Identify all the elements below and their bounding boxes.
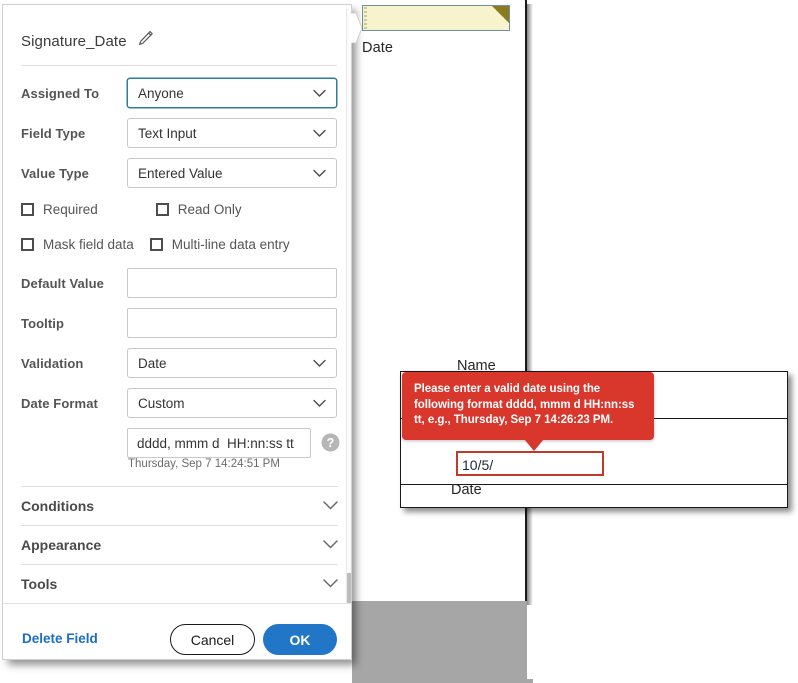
checkbox-box-icon[interactable]: [155, 202, 169, 216]
dialog-scrollbar-thumb[interactable]: [347, 573, 351, 603]
validation-error-text: Please enter a valid date using the foll…: [414, 383, 635, 426]
field-type-value: Text Input: [138, 125, 197, 141]
custom-date-format-sample: Thursday, Sep 7 14:24:51 PM: [128, 458, 280, 470]
section-tools-label: Tools: [21, 576, 58, 592]
checkbox-multi-line[interactable]: Multi-line data entry: [149, 236, 290, 252]
chevron-down-icon: [313, 166, 326, 181]
form-field-corner-marker-icon: [492, 6, 509, 23]
document-gray-shadow: [352, 679, 533, 683]
default-value-input[interactable]: [127, 268, 337, 298]
validation-label: Validation: [21, 355, 84, 371]
checkbox-box-icon[interactable]: [21, 202, 34, 216]
checkbox-multi-line-label: Multi-line data entry: [171, 236, 290, 252]
overlay-date-input[interactable]: [456, 451, 604, 476]
section-conditions[interactable]: Conditions: [21, 486, 338, 525]
pencil-icon[interactable]: [137, 30, 154, 52]
tooltip-label: Tooltip: [21, 315, 65, 331]
document-date-form-field[interactable]: [362, 5, 510, 31]
chevron-down-icon: [323, 575, 338, 593]
checkbox-box-icon[interactable]: [149, 237, 163, 251]
document-gray-area: [352, 601, 527, 679]
chevron-down-icon: [323, 536, 338, 554]
row-field-type: Field Type Text Input: [21, 118, 341, 148]
form-field-box[interactable]: [362, 5, 510, 31]
checkbox-mask-field-data[interactable]: Mask field data: [21, 237, 134, 252]
checkbox-required-label: Required: [43, 201, 98, 217]
checkbox-row-2: Mask field data Multi-line data entry: [21, 234, 341, 254]
row-default-value: Default Value: [21, 268, 341, 298]
checkbox-read-only[interactable]: Read Only: [155, 201, 242, 217]
page-title: Signature_Date: [21, 32, 127, 50]
overlay-date-label: Date: [451, 482, 482, 498]
custom-date-format-input[interactable]: [127, 428, 311, 458]
page-shadow: [527, 4, 533, 605]
field-properties-dialog: Signature_Date Assigned To Anyone Field …: [2, 4, 352, 660]
assigned-to-select[interactable]: Anyone: [127, 78, 337, 108]
section-appearance[interactable]: Appearance: [21, 525, 338, 564]
cancel-button[interactable]: Cancel: [170, 624, 255, 655]
ok-button[interactable]: OK: [263, 624, 337, 655]
validation-select[interactable]: Date: [127, 348, 337, 378]
checkbox-read-only-label: Read Only: [177, 201, 242, 217]
checkbox-row-1: Required Read Only: [21, 199, 341, 219]
value-type-label: Value Type: [21, 165, 89, 181]
default-value-label: Default Value: [21, 275, 104, 291]
section-tools[interactable]: Tools: [21, 564, 338, 603]
form-field-stripe-icon: [364, 7, 367, 29]
checkbox-required[interactable]: Required: [21, 202, 98, 217]
row-date-format: Date Format Custom: [21, 388, 341, 418]
dialog-scrollbar-track[interactable]: [346, 9, 351, 603]
dialog-pointer-notch-icon: [350, 13, 362, 43]
assigned-to-value: Anyone: [138, 85, 184, 101]
row-validation: Validation Date: [21, 348, 341, 378]
row-assigned-to: Assigned To Anyone: [21, 78, 341, 108]
date-format-value: Custom: [138, 395, 185, 411]
value-type-value: Entered Value: [138, 165, 223, 181]
assigned-to-label: Assigned To: [21, 85, 100, 101]
date-format-label: Date Format: [21, 395, 98, 411]
row-tooltip: Tooltip: [21, 308, 341, 338]
value-type-select[interactable]: Entered Value: [127, 158, 337, 188]
chevron-down-icon: [313, 86, 326, 101]
field-type-label: Field Type: [21, 125, 86, 141]
help-icon[interactable]: ?: [321, 433, 340, 457]
section-conditions-label: Conditions: [21, 498, 95, 514]
document-date-field-label: Date: [362, 40, 394, 56]
chevron-down-icon: [313, 396, 326, 411]
checkbox-box-icon[interactable]: [21, 237, 34, 251]
chevron-down-icon: [313, 356, 326, 371]
row-value-type: Value Type Entered Value: [21, 158, 341, 188]
svg-text:?: ?: [327, 436, 335, 450]
dialog-title-divider: [21, 65, 337, 66]
delete-field-link[interactable]: Delete Field: [22, 631, 98, 646]
footer-divider: [3, 603, 351, 604]
chevron-down-icon: [313, 126, 326, 141]
validation-error-tooltip: Please enter a valid date using the foll…: [402, 372, 654, 451]
chevron-down-icon: [323, 497, 338, 515]
dialog-title-row: Signature_Date: [21, 30, 154, 52]
validation-value: Date: [138, 355, 167, 371]
checkbox-mask-field-data-label: Mask field data: [43, 236, 134, 252]
tooltip-arrow-icon: [524, 438, 544, 451]
field-type-select[interactable]: Text Input: [127, 118, 337, 148]
date-format-select[interactable]: Custom: [127, 388, 337, 418]
tooltip-input[interactable]: [127, 308, 337, 338]
section-appearance-label: Appearance: [21, 537, 102, 553]
